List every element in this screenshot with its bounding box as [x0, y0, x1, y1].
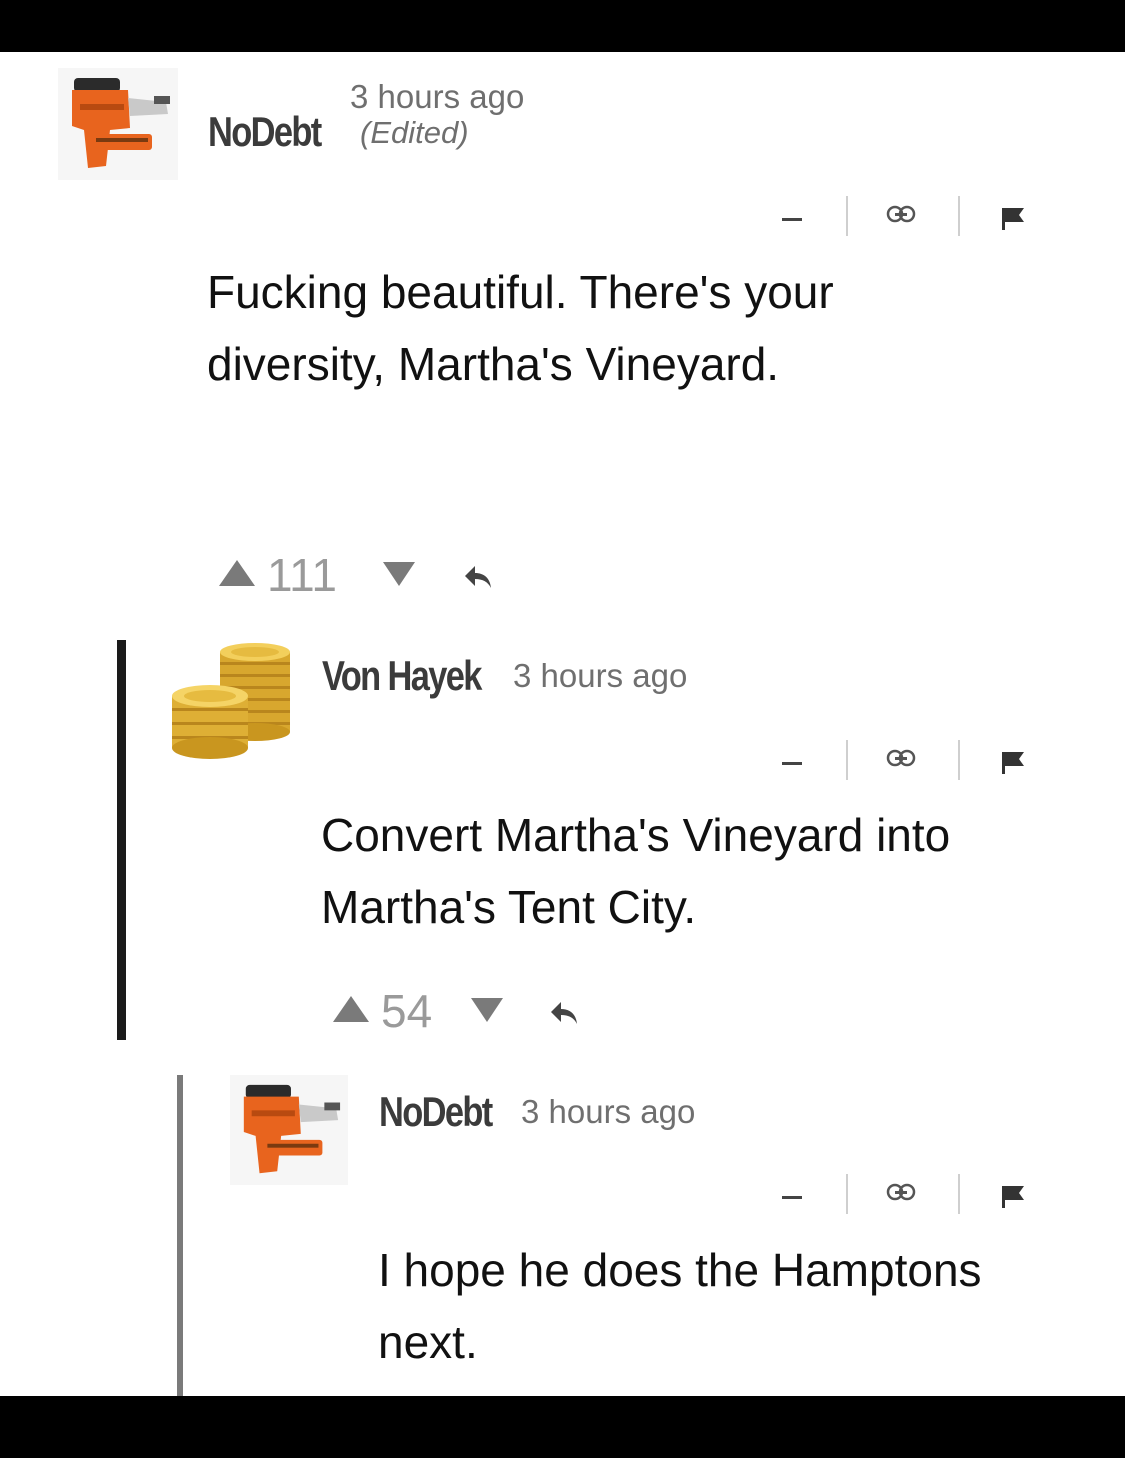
nail-gun-icon	[230, 1075, 348, 1185]
comment-timestamp[interactable]: 3 hours ago	[350, 78, 524, 116]
comment-text-line: next.	[378, 1316, 478, 1368]
comment-username[interactable]: NoDebt	[208, 108, 322, 156]
nail-gun-icon	[58, 68, 178, 180]
collapse-button[interactable]	[782, 1196, 802, 1199]
vote-bar: 111	[219, 549, 519, 604]
comment-username[interactable]: Von Hayek	[322, 652, 482, 700]
comment-text-line: Martha's Tent City.	[321, 881, 697, 933]
comment-text-line: diversity, Martha's Vineyard.	[207, 338, 780, 390]
comment-username[interactable]: NoDebt	[379, 1088, 493, 1136]
downvote-icon[interactable]	[383, 562, 415, 586]
comment-text-line: I hope he does the Hamptons	[378, 1244, 982, 1296]
collapse-button[interactable]	[782, 218, 802, 221]
gold-coins-icon	[168, 638, 294, 764]
upvote-count: 54	[381, 985, 433, 1037]
collapse-button[interactable]	[782, 762, 802, 765]
comment-actions	[782, 738, 1032, 788]
divider	[958, 196, 960, 236]
thread-line	[117, 640, 126, 1040]
link-icon[interactable]	[886, 748, 916, 770]
link-icon[interactable]	[886, 1182, 916, 1204]
divider	[846, 740, 848, 780]
divider	[958, 1174, 960, 1214]
upvote-icon[interactable]	[219, 560, 255, 586]
comment-text-line: Convert Martha's Vineyard into	[321, 809, 951, 861]
thread-line	[177, 1075, 183, 1396]
comment-timestamp[interactable]: 3 hours ago	[521, 1093, 695, 1131]
flag-icon[interactable]	[1000, 1184, 1026, 1210]
flag-icon[interactable]	[1000, 206, 1026, 232]
edited-label: (Edited)	[360, 115, 469, 150]
avatar[interactable]	[168, 638, 294, 769]
link-icon[interactable]	[886, 204, 916, 226]
divider	[958, 740, 960, 780]
divider	[846, 196, 848, 236]
flag-icon[interactable]	[1000, 750, 1026, 776]
comment-actions	[782, 1172, 1032, 1222]
comment-text-line: Fucking beautiful. There's your	[207, 266, 834, 318]
comment-actions	[782, 194, 1032, 244]
upvote-count: 111	[267, 549, 337, 601]
bottom-black-bar	[0, 1396, 1125, 1458]
avatar[interactable]	[58, 68, 178, 185]
divider	[846, 1174, 848, 1214]
avatar[interactable]	[228, 1075, 350, 1190]
top-black-bar	[0, 0, 1125, 52]
downvote-icon[interactable]	[471, 998, 503, 1022]
reply-icon[interactable]	[463, 564, 495, 590]
upvote-icon[interactable]	[333, 996, 369, 1022]
reply-icon[interactable]	[549, 1000, 581, 1026]
comment-timestamp[interactable]: 3 hours ago	[513, 657, 687, 695]
vote-bar: 54	[333, 985, 593, 1040]
